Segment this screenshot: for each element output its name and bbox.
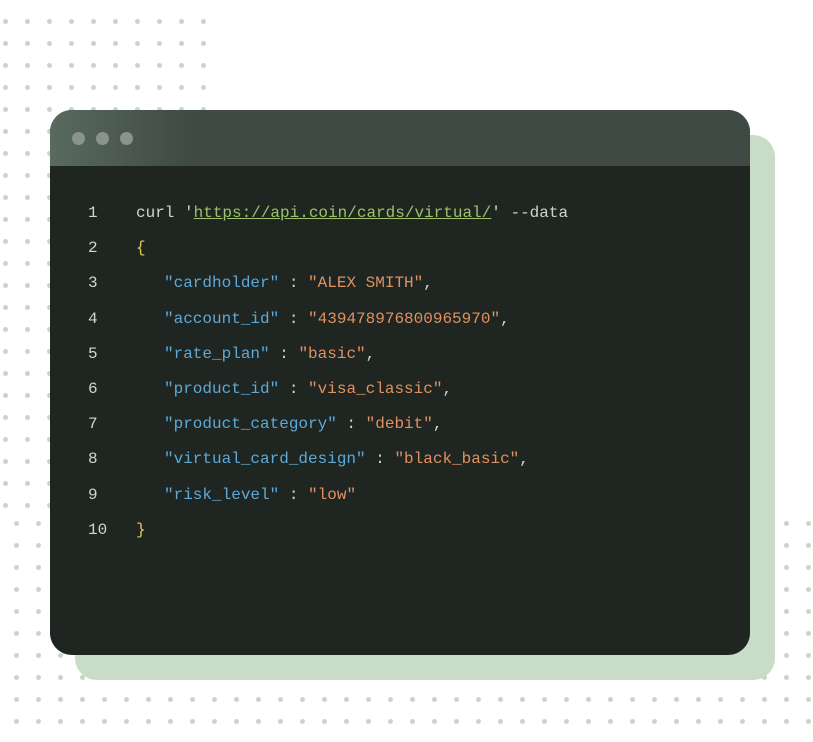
code-line: 2 {	[88, 231, 712, 266]
line-number: 7	[88, 407, 136, 442]
json-key: "account_id"	[164, 310, 279, 328]
traffic-light-zoom-icon[interactable]	[120, 132, 133, 145]
traffic-light-close-icon[interactable]	[72, 132, 85, 145]
code-line: 4 "account_id" : "439478976800965970",	[88, 302, 712, 337]
traffic-light-minimize-icon[interactable]	[96, 132, 109, 145]
json-key: "product_category"	[164, 415, 337, 433]
json-value: "ALEX SMITH"	[308, 274, 423, 292]
code-line: 9 "risk_level" : "low"	[88, 478, 712, 513]
line-number: 10	[88, 513, 136, 548]
json-key: "rate_plan"	[164, 345, 270, 363]
line-number: 8	[88, 442, 136, 477]
json-key: "virtual_card_design"	[164, 450, 366, 468]
open-brace: {	[136, 239, 146, 257]
titlebar	[50, 110, 750, 166]
line-number: 4	[88, 302, 136, 337]
json-value: "basic"	[298, 345, 365, 363]
line-number: 5	[88, 337, 136, 372]
code-line: 6 "product_id" : "visa_classic",	[88, 372, 712, 407]
code-line: 7 "product_category" : "debit",	[88, 407, 712, 442]
close-brace: }	[136, 521, 146, 539]
flag: --data	[510, 204, 568, 222]
json-key: "cardholder"	[164, 274, 279, 292]
json-value: "visa_classic"	[308, 380, 442, 398]
code-line: 5 "rate_plan" : "basic",	[88, 337, 712, 372]
json-value: "debit"	[366, 415, 433, 433]
api-url[interactable]: https://api.coin/cards/virtual/	[194, 204, 492, 222]
line-number: 2	[88, 231, 136, 266]
code-line: 3 "cardholder" : "ALEX SMITH",	[88, 266, 712, 301]
code-line: 8 "virtual_card_design" : "black_basic",	[88, 442, 712, 477]
code-line: 1 curl 'https://api.coin/cards/virtual/'…	[88, 196, 712, 231]
code-block: 1 curl 'https://api.coin/cards/virtual/'…	[50, 166, 750, 572]
json-key: "product_id"	[164, 380, 279, 398]
line-number: 9	[88, 478, 136, 513]
line-number: 3	[88, 266, 136, 301]
json-value: "439478976800965970"	[308, 310, 500, 328]
code-line: 10 }	[88, 513, 712, 548]
command: curl	[136, 204, 174, 222]
line-number: 6	[88, 372, 136, 407]
json-key: "risk_level"	[164, 486, 279, 504]
json-value: "low"	[308, 486, 356, 504]
line-number: 1	[88, 196, 136, 231]
json-value: "black_basic"	[394, 450, 519, 468]
terminal-window: 1 curl 'https://api.coin/cards/virtual/'…	[50, 110, 750, 655]
